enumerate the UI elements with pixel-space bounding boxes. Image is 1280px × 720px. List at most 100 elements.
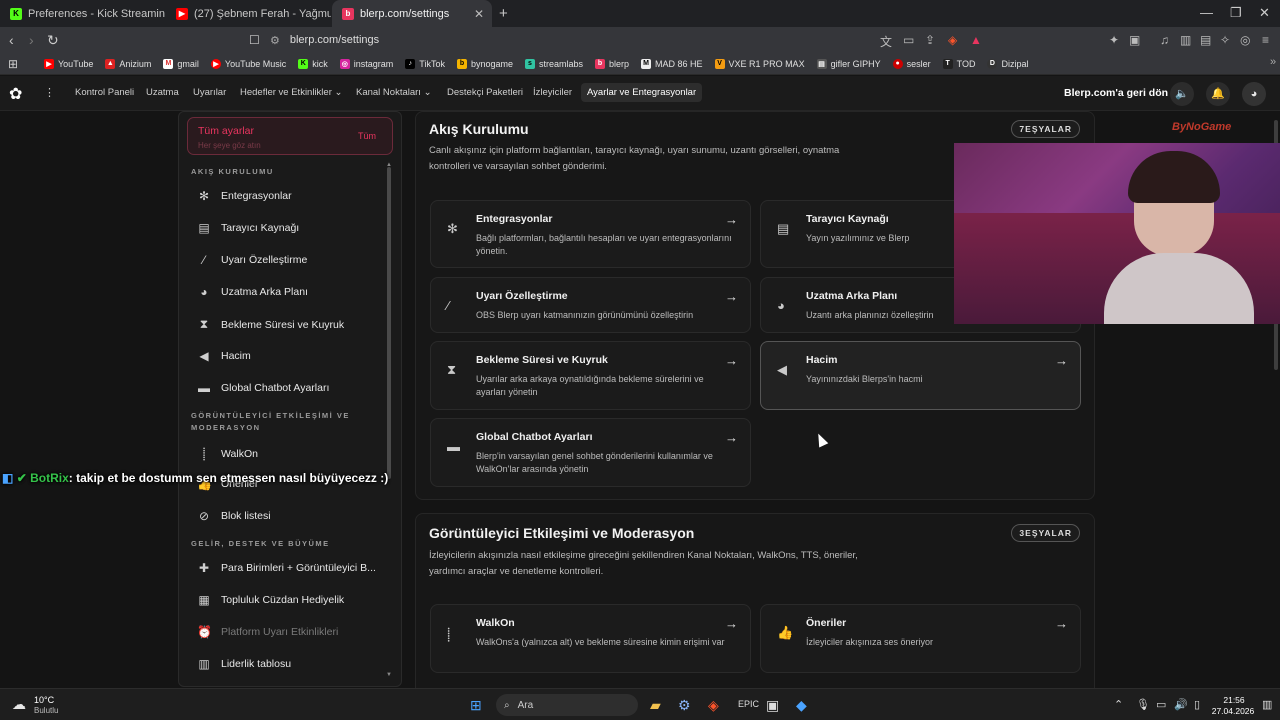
scroll-up-icon[interactable]: ▲ [386,162,392,168]
cast-icon[interactable]: ▭ [903,33,914,47]
menu-icon[interactable]: ≡ [1262,33,1269,47]
bell-icon[interactable]: 🔔 [1206,82,1230,106]
sidebar-item-integrations[interactable]: ✻ Entegrasyonlar [197,189,292,203]
microphone-icon[interactable]: 🎙 [1136,698,1150,711]
card-alert-customization[interactable]: ⁄ Uyarı Özelleştirme OBS Blerp uyarı kat… [430,277,751,333]
clock-time[interactable]: 21:56 [1214,695,1254,705]
tab-youtube[interactable]: ▶ (27) Şebnem Ferah - Yağmurlar - [166,0,331,27]
bookmark-item[interactable]: ● sesler [887,58,937,69]
close-window-icon[interactable]: ✕ [1259,5,1270,21]
brave-icon[interactable]: ◈ [708,697,719,714]
nav-settings-integrations[interactable]: Ayarlar ve Entegrasyonlar [581,83,703,102]
nav-extension[interactable]: Uzatma [146,87,179,98]
sidebar-item-currencies[interactable]: ✚ Para Birimleri + Görüntüleyici B... [197,561,376,575]
notification-icon[interactable]: ▥ [1262,698,1272,711]
nav-dashboard[interactable]: Kontrol Paneli [75,87,134,98]
all-settings-search[interactable]: Tüm ayarlar Her şeye göz atın Tüm [187,117,393,155]
sidebar-toggle-icon[interactable]: ▥ [1180,33,1191,47]
sidebar-item-browser-source[interactable]: ▤ Tarayıcı Kaynağı [197,221,299,235]
avatar[interactable]: ◕ [1242,82,1266,106]
bookmark-item[interactable]: ▶ YouTube [38,58,99,69]
store-icon[interactable]: ▣ [766,697,779,714]
app-icon[interactable]: ◆ [796,697,807,714]
bookmark-item[interactable]: T TOD [937,58,982,69]
bookmark-item[interactable]: b blerp [589,58,635,69]
scroll-down-icon[interactable]: ▼ [386,672,392,678]
nav-channel-points[interactable]: Kanal Noktaları ⌄ [356,87,432,98]
forward-icon[interactable]: › [29,32,34,48]
bookmark-item[interactable]: s streamlabs [519,58,589,69]
sidebar-item-blocklist[interactable]: ⊘ Blok listesi [197,509,271,523]
bookmark-item[interactable]: Kkick [292,58,334,69]
music-icon[interactable]: ♫ [1160,33,1169,47]
bookmark-icon[interactable]: ☐ [249,33,260,47]
sidebar-scrollbar[interactable] [387,167,391,479]
taskbar-search[interactable]: ⌕ Ara [496,694,638,716]
translate-icon[interactable]: 文 [880,33,892,50]
blerp-logo-icon[interactable]: ✿ [9,84,22,104]
close-tab-icon[interactable]: ✕ [474,7,484,21]
card-volume[interactable]: ◀ Hacim Yayınınızdaki Blerps'in hacmi → [760,341,1081,410]
maximize-icon[interactable]: ❐ [1230,5,1242,21]
network-icon[interactable]: ▭ [1156,698,1166,711]
card-suggestions[interactable]: 👍 Öneriler İzleyiciler akışınıza ses öne… [760,604,1081,673]
file-explorer-icon[interactable]: ▰ [650,697,661,714]
bookmark-item[interactable]: ▶ YouTube Music [205,58,292,69]
extensions-icon[interactable]: ✦ [1109,33,1119,47]
bookmark-item[interactable]: Mgmail [157,58,205,69]
more-vertical-icon[interactable]: ⋮ [44,86,55,99]
brave-rewards-icon[interactable]: ▲ [970,33,982,47]
new-tab-button[interactable]: + [494,0,516,27]
sidebar-item-global-chatbot[interactable]: ▬ Global Chatbot Ayarları [197,381,329,395]
bookmark-item[interactable]: M MAD 86 HE [635,58,709,69]
bookmark-label: kick [312,58,328,69]
nav-viewers[interactable]: İzleyiciler [533,87,572,98]
sidebar-item-alert-customization[interactable]: ⁄ Uyarı Özelleştirme [197,253,307,267]
epic-games-icon[interactable]: EPIC [738,699,759,709]
back-to-blerp-link[interactable]: Blerp.com'a geri dön [1064,87,1168,99]
speaker-icon[interactable]: 🔊 [1174,698,1188,711]
brave-shield-icon[interactable]: ◈ [948,33,957,47]
sidebar-item-platform-alert-events[interactable]: ⏰ Platform Uyarı Etkinlikleri [197,625,338,639]
bookmark-item[interactable]: ▤ gifler GIPHY [811,58,887,69]
bookmarks-overflow-icon[interactable]: » [1270,56,1276,68]
card-global-chatbot[interactable]: ▬ Global Chatbot Ayarları Blerp'in varsa… [430,418,751,487]
sidebar-item-extension-background[interactable]: ◕ Uzatma Arka Planı [197,285,308,299]
card-integrations[interactable]: ✻ Entegrasyonlar Bağlı platformları, bağ… [430,200,751,268]
tray-chevron-icon[interactable]: ⌃ [1114,698,1123,711]
clock-date[interactable]: 27.04.2026 [1208,706,1258,716]
nav-goals-events[interactable]: Hedefler ve Etkinlikler ⌄ [240,87,342,98]
card-walkon[interactable]: ⸽ WalkOn WalkOns'a (yalnızca alt) ve bek… [430,604,751,673]
site-info-icon[interactable]: ⚙ [270,34,280,47]
wallet-icon[interactable]: ▤ [1200,33,1211,47]
nav-supporter-packs[interactable]: Destekçi Paketleri [447,87,523,98]
battery-icon[interactable]: ▯ [1194,698,1200,711]
tab-kick-preferences[interactable]: K Preferences - Kick Streaming [0,0,165,27]
tab-blerp-settings[interactable]: b blerp.com/settings ✕ [332,0,492,27]
bookmark-item[interactable]: ◎ instagram [334,58,400,69]
back-icon[interactable]: ‹ [9,32,14,48]
bookmark-item[interactable]: D Dizipal [981,58,1034,69]
nav-alerts[interactable]: Uyarılar [193,87,226,98]
minimize-icon[interactable]: — [1200,5,1213,20]
card-cooldown-queue[interactable]: ⧗ Bekleme Süresi ve Kuyruk Uyarılar arka… [430,341,751,410]
sidebar-item-community-wallet[interactable]: ▦ Topluluk Cüzdan Hediyelik [197,593,344,607]
volume-icon[interactable]: 🔈 [1170,82,1194,106]
screenshot-icon[interactable]: ▣ [1129,33,1140,47]
sidebar-item-leaderboard[interactable]: ▥ Liderlik tablosu [197,657,291,671]
vpn-icon[interactable]: ◎ [1240,33,1250,47]
bookmark-item[interactable]: V VXE R1 PRO MAX [709,58,811,69]
sidebar-item-volume[interactable]: ◀ Hacim [197,349,250,363]
leo-ai-icon[interactable]: ✧ [1220,33,1230,47]
reload-icon[interactable]: ↻ [47,32,59,49]
bookmark-item[interactable]: b bynogame [451,58,519,69]
weather-temp[interactable]: 10°C [34,695,54,705]
apps-grid-icon[interactable]: ⊞ [8,57,18,71]
sidebar-item-cooldown-queue[interactable]: ⧗ Bekleme Süresi ve Kuyruk [197,317,344,332]
bookmark-item[interactable]: ▲ Anizium [99,58,157,69]
share-icon[interactable]: ⇪ [925,33,935,47]
steam-icon[interactable]: ⚙ [678,697,691,714]
bookmark-item[interactable]: ♪ TikTok [399,58,451,69]
sidebar-item-walkon[interactable]: ⸽ WalkOn [197,445,258,462]
windows-start-icon[interactable]: ⊞ [470,697,482,714]
